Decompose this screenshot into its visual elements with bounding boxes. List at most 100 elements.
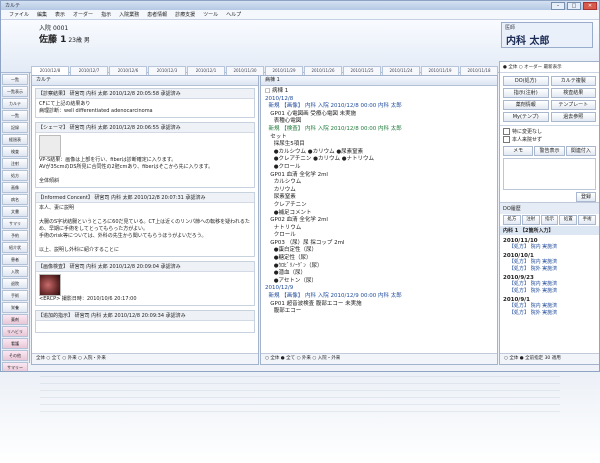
sidebar-item[interactable]: 画像 (2, 182, 28, 193)
history-tab[interactable]: 処方 (503, 215, 521, 225)
order-row[interactable]: カリウム (265, 187, 493, 195)
memo-tab[interactable]: 関連付入 (565, 146, 596, 156)
tool-button[interactable]: テンプレート (550, 100, 596, 110)
history-item[interactable]: 【処方】 院内 実施済 (503, 244, 596, 251)
history-item[interactable]: 【処方】 院内 実施済 (503, 303, 596, 310)
order-row[interactable]: クレアチニン (265, 202, 493, 210)
order-filter[interactable]: ○ 全体 ● 全て ○ 外来 ○ 入院・外来 (261, 353, 497, 364)
maximize-button[interactable]: □ (567, 2, 581, 10)
order-row[interactable]: ●蛋白定性（尿） (265, 247, 493, 255)
check-row[interactable]: 本人来院せず (503, 136, 596, 144)
menu-item[interactable]: 患者情報 (147, 11, 167, 18)
history-tab[interactable]: 処置 (559, 215, 578, 225)
endoscopy-image[interactable] (39, 274, 61, 296)
order-row[interactable]: 尿素窒素 (265, 194, 493, 202)
sidebar-item[interactable]: 予約 (2, 230, 28, 241)
order-row[interactable]: ●補足コメント (265, 210, 493, 218)
karte-entry-header[interactable]: 【Informed Concent】 研宮司 内科 太郎 2010/12/8 2… (36, 193, 254, 203)
sidebar-item[interactable]: サマリ (2, 218, 28, 229)
checkbox[interactable] (503, 136, 510, 143)
tool-button[interactable]: 指示(注射) (503, 88, 549, 98)
tool-button[interactable]: 薬剤情報 (503, 100, 549, 110)
minimize-button[interactable]: – (551, 2, 565, 10)
sidebar-item[interactable]: 手術 (2, 290, 28, 301)
sidebar-item[interactable]: サマリー (2, 362, 28, 371)
register-button[interactable]: 登録 (576, 192, 596, 202)
menu-item[interactable]: 入院業務 (119, 11, 139, 18)
check-row[interactable]: 特に変更なし (503, 128, 596, 136)
order-row[interactable]: 採尿生5項目 (265, 141, 493, 149)
history-tab[interactable]: 注射 (521, 215, 540, 225)
order-row[interactable]: 2010/12/9 (265, 285, 493, 293)
order-row[interactable]: 腹部エコー (265, 308, 493, 316)
history-tab[interactable]: 指示 (540, 215, 559, 225)
view-options[interactable]: ● 全体 ○ オーダー 最新表示 (500, 62, 599, 73)
sidebar-item[interactable]: 退院 (2, 278, 28, 289)
close-button[interactable]: ✕ (583, 2, 597, 10)
history-item[interactable]: 【処方】 院外 実施済 (503, 266, 596, 273)
sidebar-item[interactable]: 一覧 (2, 110, 28, 121)
sidebar-item[interactable]: 病名 (2, 194, 28, 205)
order-row[interactable]: 新規 【画像】 内科 入院 2010/12/8 00:00 内科 太郎 (265, 103, 493, 111)
karte-entry-header[interactable]: 【画像検査】 研宮司 内科 太郎 2010/12/8 20:09:04 承認済み (36, 262, 254, 272)
sidebar-item[interactable]: 検査 (2, 146, 28, 157)
karte-filter[interactable]: 全体 ○ 全て ○ 外来 ○ 入院・外来 (32, 353, 258, 364)
order-row[interactable]: カルシウム (265, 179, 493, 187)
sidebar-item[interactable]: 看護 (2, 338, 28, 349)
history-filter[interactable]: ○ 全体 ● 全前指定 30 適用 (500, 353, 599, 364)
sidebar-item[interactable]: 一覧 (2, 74, 28, 85)
sidebar-item[interactable]: その他 (2, 350, 28, 361)
order-row[interactable]: ●潜血（尿） (265, 270, 493, 278)
order-row[interactable]: クロール (265, 232, 493, 240)
sidebar-item[interactable]: 栄養 (2, 302, 28, 313)
history-item[interactable]: 【処方】 院内 実施済 (503, 259, 596, 266)
order-row[interactable]: ●アセトン（尿） (265, 278, 493, 286)
menu-item[interactable]: ファイル (9, 11, 29, 18)
schema-sketch[interactable] (39, 135, 61, 157)
menu-item[interactable]: オーダー (73, 11, 93, 18)
tool-button[interactable]: 検査結果 (550, 88, 596, 98)
order-row[interactable]: GP01 血清 全化学 2ml (265, 172, 493, 180)
order-row[interactable]: ●クレアチニン ●カリウム ●ナトリウム (265, 156, 493, 164)
order-row[interactable]: 新規 【検査】 内科 入院 2010/12/8 00:00 内科 太郎 (265, 126, 493, 134)
menu-item[interactable]: 診療支援 (175, 11, 195, 18)
menu-item[interactable]: 編集 (37, 11, 47, 18)
menu-item[interactable]: ツール (203, 11, 218, 18)
order-row[interactable]: ●クロール (265, 164, 493, 172)
sidebar-item[interactable]: 処方 (2, 170, 28, 181)
karte-entry-header[interactable]: 【診察結果】 研宮司 内科 太郎 2010/12/8 20:05:58 承認済み (36, 89, 254, 99)
order-row[interactable]: 新規 【画像】 内科 入院 2010/12/9 00:00 内科 太郎 (265, 293, 493, 301)
sidebar-item[interactable]: 注射 (2, 158, 28, 169)
sidebar-item[interactable]: 経過表 (2, 134, 28, 145)
order-row[interactable]: 表種心電図 (265, 118, 493, 126)
memo-area[interactable] (503, 158, 596, 190)
menu-item[interactable]: ヘルプ (226, 11, 241, 18)
sidebar-item[interactable]: 紹介状 (2, 242, 28, 253)
order-row[interactable]: ●糖定性（尿） (265, 255, 493, 263)
menu-item[interactable]: 表示 (55, 11, 65, 18)
history-item[interactable]: 【処方】 院外 実施済 (503, 310, 596, 317)
memo-tab[interactable]: 警告表示 (534, 146, 565, 156)
checkbox[interactable] (503, 128, 510, 135)
history-item[interactable]: 【処方】 院外 実施済 (503, 288, 596, 295)
menu-item[interactable]: 指示 (101, 11, 111, 18)
sidebar-item[interactable]: 薬剤 (2, 314, 28, 325)
sidebar-item[interactable]: 記録 (2, 122, 28, 133)
sidebar-item[interactable]: リハビリ (2, 326, 28, 337)
order-row[interactable]: GP02 血清 全化学 2ml (265, 217, 493, 225)
karte-entry-header[interactable]: 【追加的指示】 研宮司 内科 太郎 2010/12/8 20:09:34 承認済… (36, 311, 254, 321)
sidebar-item[interactable]: 入院 (2, 266, 28, 277)
sidebar-item[interactable]: 文書 (2, 206, 28, 217)
tool-button[interactable]: 過去参照 (550, 112, 596, 122)
history-item[interactable]: 【処方】 院内 実施済 (503, 281, 596, 288)
memo-tab[interactable]: メモ (503, 146, 534, 156)
sidebar-item[interactable]: 一覧表示 (2, 86, 28, 97)
karte-entry-header[interactable]: 【シェーマ】 研宮司 内科 太郎 2010/12/8 20:06:55 承認済み (36, 123, 254, 133)
tool-button[interactable]: My(テンプ) (503, 112, 549, 122)
tool-button[interactable]: カルテ複製 (550, 76, 596, 86)
tool-button[interactable]: DO(処方) (503, 76, 549, 86)
sidebar-item[interactable]: 患者 (2, 254, 28, 265)
order-row[interactable]: ナトリウム (265, 225, 493, 233)
history-tab[interactable]: 手術 (578, 215, 596, 225)
order-row[interactable]: □ 病棟 1 (265, 88, 493, 96)
